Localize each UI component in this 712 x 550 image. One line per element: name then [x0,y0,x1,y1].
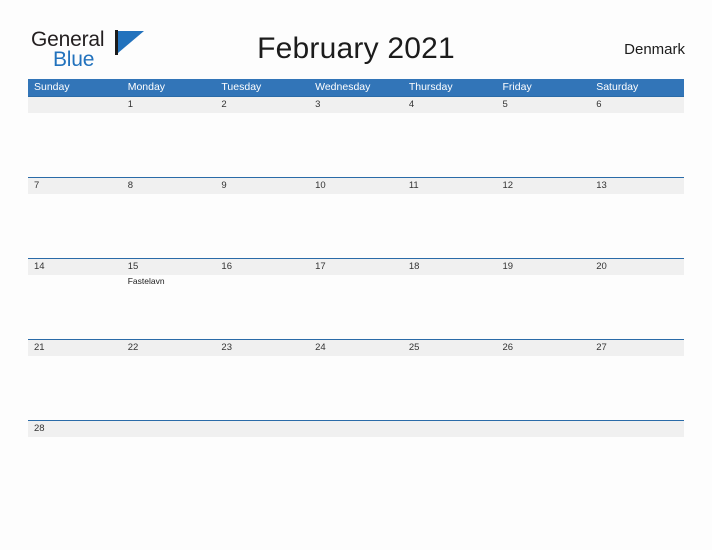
weekday-header-monday: Monday [127,81,166,93]
day-number[interactable]: 25 [403,340,497,356]
day-cell[interactable] [590,356,684,420]
day-cell[interactable] [403,356,497,420]
weekday-header-friday: Friday [502,81,532,93]
day-cell[interactable] [497,194,591,258]
weekday-header-wednesday: Wednesday [315,81,371,93]
day-number[interactable]: 9 [215,178,309,194]
day-cell[interactable] [215,113,309,177]
page-title: February 2021 [257,32,455,65]
day-cell[interactable] [215,437,309,455]
day-number[interactable] [403,421,497,437]
day-cell[interactable] [309,113,403,177]
calendar-page: General Blue February 2021 Denmark Sunda… [0,0,712,550]
day-number[interactable]: 10 [309,178,403,194]
day-number[interactable]: 16 [215,259,309,275]
day-number[interactable]: 3 [309,97,403,113]
day-number[interactable]: 17 [309,259,403,275]
day-number[interactable]: 5 [497,97,591,113]
day-event: Fastelavn [127,276,165,286]
day-number[interactable] [309,421,403,437]
day-cell[interactable] [497,356,591,420]
day-cell[interactable] [309,437,403,455]
week-event-band [28,356,684,420]
day-number[interactable]: 28 [28,421,122,437]
day-cell[interactable] [590,194,684,258]
day-cell[interactable] [28,437,122,455]
day-cell[interactable] [403,194,497,258]
day-number[interactable]: 12 [497,178,591,194]
calendar-week-row: 1 2 3 4 5 6 [28,96,684,177]
day-cell[interactable] [215,194,309,258]
day-number[interactable] [497,421,591,437]
week-event-band [28,113,684,177]
day-number[interactable]: 27 [590,340,684,356]
day-number[interactable]: 2 [215,97,309,113]
day-cell[interactable] [309,194,403,258]
day-cell[interactable] [122,113,216,177]
week-date-band: 1 2 3 4 5 6 [28,97,684,113]
week-event-band [28,194,684,258]
day-cell[interactable] [28,113,122,177]
day-cell[interactable] [403,113,497,177]
weekday-header-saturday: Saturday [596,81,639,93]
weekday-header-tuesday: Tuesday [221,81,262,93]
calendar-grid: Sunday Monday Tuesday Wednesday Thursday… [28,79,684,455]
day-number[interactable]: 6 [590,97,684,113]
day-cell[interactable] [590,113,684,177]
day-number[interactable]: 13 [590,178,684,194]
day-cell[interactable] [122,356,216,420]
day-cell[interactable] [215,275,309,339]
weekday-header-sunday: Sunday [34,81,70,93]
day-cell[interactable] [28,194,122,258]
day-cell[interactable] [497,437,591,455]
day-number[interactable]: 23 [215,340,309,356]
calendar-week-row: 7 8 9 10 11 12 13 [28,177,684,258]
week-date-band: 21 22 23 24 25 26 27 [28,340,684,356]
country-label: Denmark [624,41,685,58]
day-cell[interactable] [590,437,684,455]
weekday-header-row: Sunday Monday Tuesday Wednesday Thursday… [28,79,684,96]
day-number[interactable]: 1 [122,97,216,113]
day-number[interactable]: 19 [497,259,591,275]
day-cell[interactable] [497,113,591,177]
day-cell[interactable] [590,275,684,339]
week-date-band: 14 15 16 17 18 19 20 [28,259,684,275]
day-number[interactable]: 14 [28,259,122,275]
calendar-week-row: 14 15 16 17 18 19 20 Fastelavn [28,258,684,339]
day-number[interactable]: 18 [403,259,497,275]
day-number[interactable] [122,421,216,437]
day-cell[interactable] [309,275,403,339]
day-number[interactable]: 20 [590,259,684,275]
day-number[interactable]: 8 [122,178,216,194]
day-cell[interactable] [28,275,122,339]
week-date-band: 28 [28,421,684,437]
day-number[interactable]: 7 [28,178,122,194]
day-cell[interactable] [403,275,497,339]
day-number[interactable]: 22 [122,340,216,356]
day-cell[interactable] [403,437,497,455]
day-cell[interactable] [28,356,122,420]
calendar-week-row: 28 [28,420,684,455]
day-cell[interactable] [122,194,216,258]
day-number[interactable]: 11 [403,178,497,194]
day-number[interactable] [215,421,309,437]
day-number[interactable] [590,421,684,437]
week-event-band [28,437,684,455]
day-cell[interactable] [309,356,403,420]
page-header: General Blue February 2021 Denmark [0,0,712,78]
day-number[interactable]: 4 [403,97,497,113]
day-number[interactable]: 24 [309,340,403,356]
day-cell[interactable] [215,356,309,420]
day-number[interactable]: 15 [122,259,216,275]
day-cell[interactable] [497,275,591,339]
day-number[interactable]: 21 [28,340,122,356]
calendar-week-row: 21 22 23 24 25 26 27 [28,339,684,420]
day-number[interactable]: 26 [497,340,591,356]
day-cell[interactable] [122,437,216,455]
day-cell[interactable]: Fastelavn [122,275,216,339]
weekday-header-thursday: Thursday [408,81,453,93]
week-event-band: Fastelavn [28,275,684,339]
day-number[interactable] [28,97,122,113]
week-date-band: 7 8 9 10 11 12 13 [28,178,684,194]
